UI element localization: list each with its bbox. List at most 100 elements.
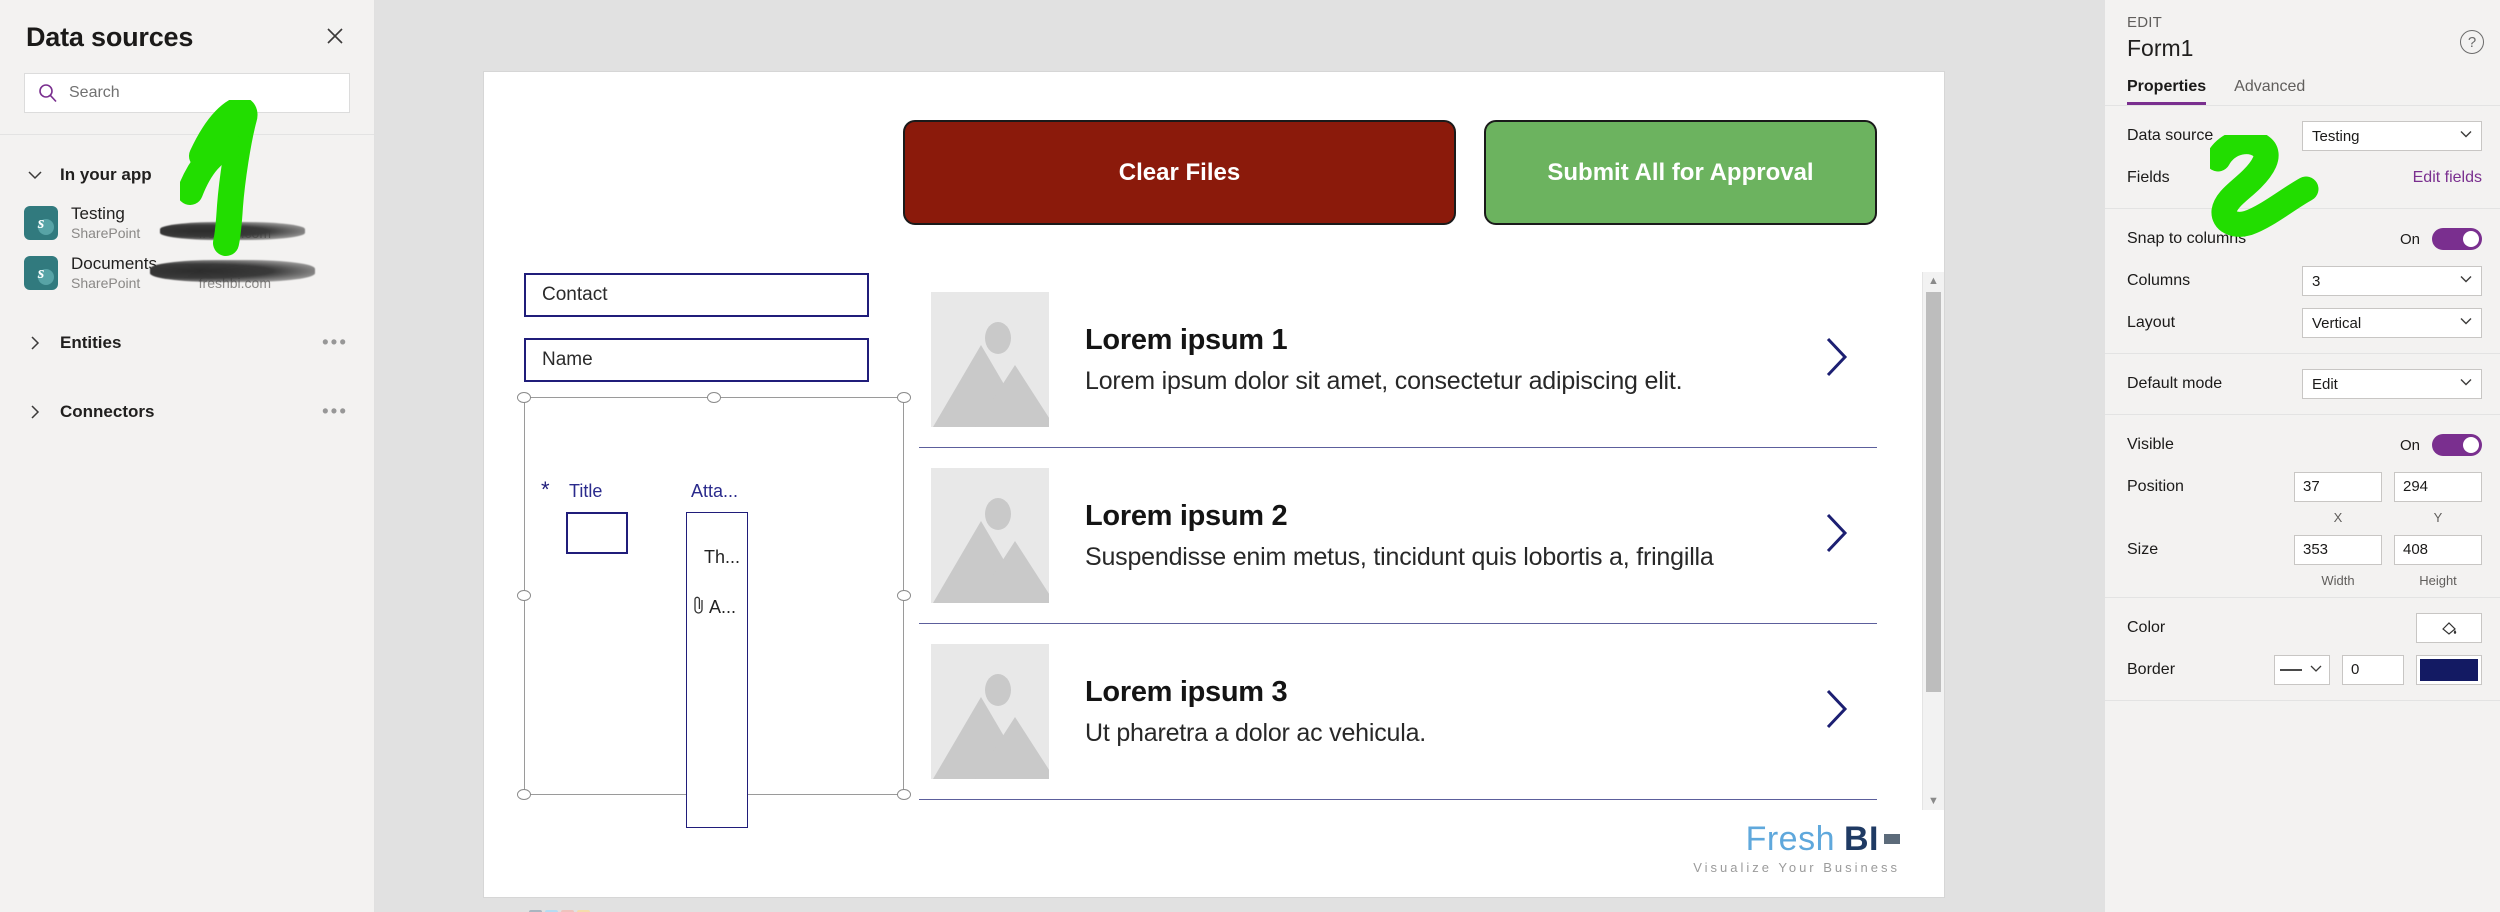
scroll-down-arrow-icon[interactable]: ▼: [1923, 792, 1944, 810]
data-sources-panel: Data sources In your app s Testing Share…: [0, 0, 375, 912]
row-border: Border 0: [2105, 649, 2500, 691]
size-width-input[interactable]: 353: [2294, 535, 2382, 565]
resize-handle[interactable]: [707, 392, 721, 403]
columns-select[interactable]: 3: [2302, 266, 2482, 296]
list-item[interactable]: s Documents SharePoint freshbi.com: [0, 248, 374, 298]
more-options-icon[interactable]: •••: [322, 403, 348, 422]
chevron-down-icon: [2457, 312, 2475, 334]
paperclip-icon: [692, 595, 706, 620]
layout-value: Vertical: [2312, 314, 2362, 332]
close-icon[interactable]: [320, 21, 350, 51]
item-title: Lorem ipsum 1: [1085, 323, 1288, 356]
gallery-list[interactable]: Lorem ipsum 1 Lorem ipsum dolor sit amet…: [919, 272, 1877, 810]
list-item[interactable]: Lorem ipsum 1 Lorem ipsum dolor sit amet…: [919, 272, 1877, 447]
data-source-name: Testing: [71, 203, 125, 223]
label-position: Position: [2127, 478, 2184, 495]
data-source-select[interactable]: Testing: [2302, 121, 2482, 151]
contact-text-input[interactable]: Contact: [524, 273, 869, 317]
row-default-mode: Default mode Edit: [2105, 363, 2500, 405]
resize-handle[interactable]: [897, 392, 911, 403]
layout-select[interactable]: Vertical: [2302, 308, 2482, 338]
border-style-select[interactable]: [2274, 655, 2330, 685]
position-y-input[interactable]: 294: [2394, 472, 2482, 502]
chevron-right-icon[interactable]: [1821, 510, 1851, 561]
section-position-size: Visible On Position 37 294 X Y Size 353 …: [2105, 415, 2500, 598]
section-layout: Snap to columns On Columns 3 Layout Vert…: [2105, 209, 2500, 354]
snap-to-columns-toggle[interactable]: [2432, 228, 2482, 250]
chevron-down-icon: [24, 164, 46, 186]
panel-title: Data sources: [26, 22, 194, 52]
data-source-value: Testing: [2312, 127, 2360, 145]
properties-panel: EDIT Form1 ? Properties Advanced Data so…: [2104, 0, 2500, 912]
label-snap-to-columns: Snap to columns: [2127, 230, 2247, 247]
size-width-caption: Width: [2321, 573, 2355, 588]
redaction-mark: [160, 222, 305, 240]
image-placeholder-icon: [931, 644, 1049, 779]
row-color: Color: [2105, 607, 2500, 649]
position-x-input[interactable]: 37: [2294, 472, 2382, 502]
attach-file-action[interactable]: A...: [692, 595, 736, 620]
logo-bars-icon: [1884, 834, 1900, 844]
size-height-input[interactable]: 408: [2394, 535, 2482, 565]
field-label-attachments: Atta...: [691, 481, 739, 501]
list-item[interactable]: [919, 800, 1877, 810]
panel-divider: [0, 134, 374, 135]
scroll-up-arrow-icon[interactable]: ▲: [1923, 272, 1944, 290]
group-label: Entities: [60, 333, 122, 352]
search-input[interactable]: [69, 84, 337, 102]
position-x-caption: X: [2333, 510, 2343, 525]
border-thickness-input[interactable]: 0: [2342, 655, 2404, 685]
resize-handle[interactable]: [897, 789, 911, 800]
freshbi-logo: Fresh BI Visualize Your Business: [1693, 822, 1900, 875]
list-item[interactable]: s Testing SharePoint freshbi.com: [0, 198, 374, 248]
data-sources-header: Data sources: [0, 0, 374, 53]
tab-properties[interactable]: Properties: [2127, 78, 2206, 105]
tab-advanced[interactable]: Advanced: [2234, 78, 2305, 105]
chevron-right-icon[interactable]: [1821, 686, 1851, 737]
list-item[interactable]: Lorem ipsum 2 Suspendisse enim metus, ti…: [919, 448, 1877, 623]
chevron-right-icon[interactable]: [1821, 334, 1851, 385]
submit-all-for-approval-button[interactable]: Submit All for Approval: [1484, 120, 1877, 225]
sidebar-group-connectors[interactable]: Connectors •••: [0, 389, 374, 435]
resize-handle[interactable]: [517, 590, 531, 601]
section-data: Data source Testing Fields Edit fields: [2105, 106, 2500, 209]
search-box[interactable]: [24, 73, 350, 113]
sharepoint-icon: s: [24, 206, 58, 240]
gallery-scrollbar[interactable]: ▲ ▼: [1922, 272, 1944, 810]
label-fields: Fields: [2127, 169, 2170, 186]
edit-fields-link[interactable]: Edit fields: [2413, 169, 2482, 187]
attachment-item-label: Th...: [704, 547, 741, 567]
attachment-item-label: A...: [709, 597, 737, 617]
visible-toggle[interactable]: [2432, 434, 2482, 456]
help-icon[interactable]: ?: [2460, 30, 2484, 54]
name-text-input[interactable]: Name: [524, 338, 869, 382]
row-position: Position 37 294: [2105, 466, 2500, 508]
resize-handle[interactable]: [517, 789, 531, 800]
list-item[interactable]: Lorem ipsum 3 Ut pharetra a dolor ac veh…: [919, 624, 1877, 799]
visible-state-text: On: [2399, 436, 2420, 454]
item-subtitle: Suspendisse enim metus, tincidunt quis l…: [1085, 542, 1714, 571]
sidebar-group-entities[interactable]: Entities •••: [0, 320, 374, 366]
row-data-source: Data source Testing: [2105, 115, 2500, 157]
edit-label: EDIT: [2127, 14, 2162, 31]
sidebar-group-in-your-app[interactable]: In your app: [0, 152, 374, 198]
image-placeholder-icon: [931, 292, 1049, 427]
group-label: In your app: [60, 165, 152, 184]
chevron-right-icon: [24, 401, 46, 423]
label-default-mode: Default mode: [2127, 375, 2223, 392]
border-color-swatch[interactable]: [2416, 655, 2482, 685]
title-field-input[interactable]: [566, 512, 628, 554]
app-screen-canvas[interactable]: Clear Files Submit All for Approval Cont…: [484, 72, 1944, 912]
more-options-icon[interactable]: •••: [322, 334, 348, 353]
default-mode-select[interactable]: Edit: [2302, 369, 2482, 399]
clear-files-button[interactable]: Clear Files: [903, 120, 1456, 225]
scrollbar-thumb[interactable]: [1926, 292, 1941, 692]
row-fields: Fields Edit fields: [2105, 157, 2500, 199]
fill-color-icon[interactable]: [2416, 613, 2482, 643]
resize-handle[interactable]: [517, 392, 531, 403]
snap-state-text: On: [2399, 230, 2420, 248]
resize-handle[interactable]: [897, 590, 911, 601]
logo-word-bi: BI: [1844, 820, 1879, 858]
row-columns: Columns 3: [2105, 260, 2500, 302]
chevron-down-icon: [2308, 660, 2324, 681]
